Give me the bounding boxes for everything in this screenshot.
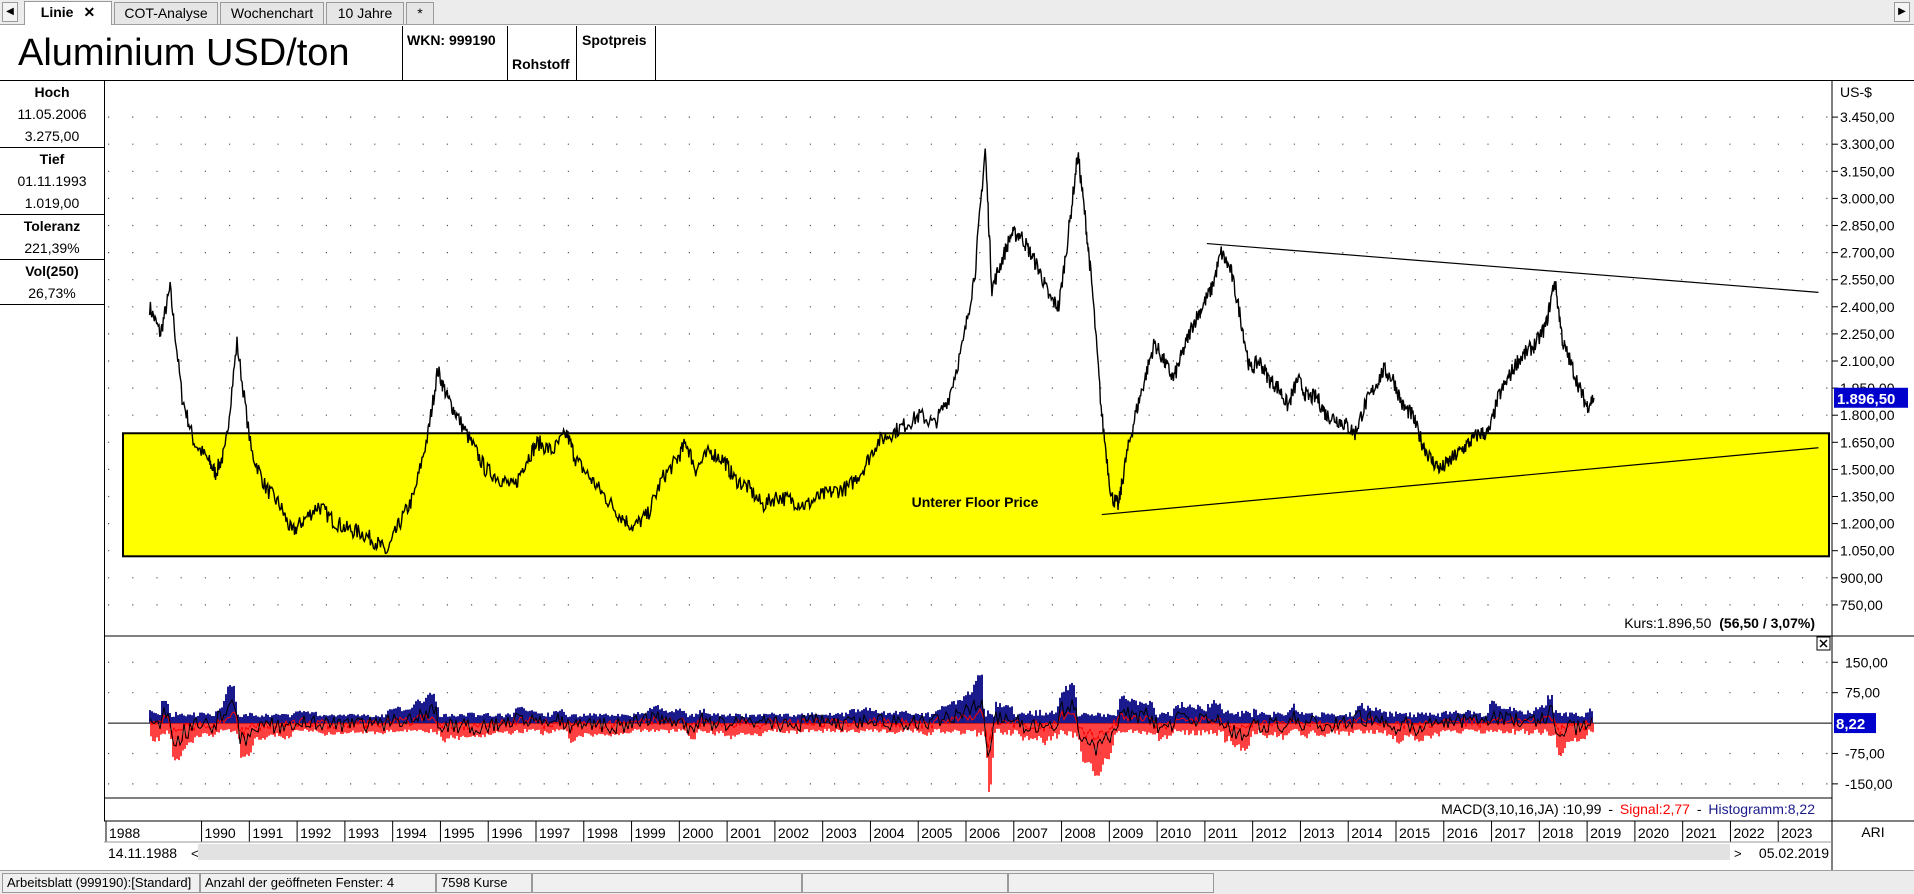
- macd-current-text: 8,22: [1836, 716, 1865, 733]
- price-y-axis: 750,00 900,00 1.050,00 1.200,00 1.350,00 1.50…: [1832, 109, 1895, 613]
- year-label: 2018: [1542, 825, 1573, 841]
- price-tick-label: 2.550,00: [1840, 272, 1895, 288]
- year-label: 2011: [1208, 825, 1238, 841]
- kurs-change: (56,50 / 3,07%): [1719, 615, 1815, 631]
- macd-legend-signal: Signal:2,77: [1620, 801, 1690, 817]
- year-label: 1997: [539, 825, 570, 841]
- status-sheet: Arbeitsblatt (999190):[Standard]: [2, 873, 200, 893]
- price-tick-label: 1.500,00: [1840, 461, 1895, 477]
- macd-tick-label: -75,00: [1845, 745, 1885, 761]
- year-label: 1993: [348, 825, 379, 841]
- kurs-value: Kurs:1.896,50: [1624, 615, 1711, 631]
- price-tick-label: 3.150,00: [1840, 163, 1895, 179]
- year-label: 1994: [396, 825, 427, 841]
- year-label: 2003: [826, 825, 857, 841]
- year-label: 2000: [682, 825, 713, 841]
- status-count: 7598 Kurse: [436, 873, 532, 893]
- year-label: 2007: [1017, 825, 1048, 841]
- year-label: 1999: [635, 825, 666, 841]
- price-tick-label: 750,00: [1840, 597, 1883, 613]
- year-label: 2001: [730, 825, 761, 841]
- year-label: 2021: [1686, 825, 1717, 841]
- year-label: 2023: [1781, 825, 1812, 841]
- range-start-date: 14.11.1988: [108, 845, 177, 861]
- macd-tick-label: 75,00: [1845, 685, 1880, 701]
- year-label: 1998: [587, 825, 618, 841]
- year-label: 2017: [1495, 825, 1526, 841]
- year-label: 1995: [443, 825, 474, 841]
- range-scrollbar[interactable]: [198, 844, 1730, 860]
- price-tick-label: 2.250,00: [1840, 326, 1895, 342]
- year-label: 2020: [1638, 825, 1669, 841]
- year-label: 2010: [1160, 825, 1191, 841]
- price-tick-label: 3.300,00: [1840, 136, 1895, 152]
- current-price-text: 1.896,50: [1837, 391, 1895, 408]
- year-label: 2013: [1303, 825, 1334, 841]
- price-chart[interactable]: Unterer Floor Price 750,00 900,00 1.050,00…: [0, 0, 1914, 870]
- macd-tick-label: -150,00: [1845, 776, 1893, 792]
- macd-legend: MACD(3,10,16,JA) :10,99 - Signal:2,77 - …: [1441, 801, 1815, 817]
- year-label: 2008: [1065, 825, 1096, 841]
- range-scroll-right-icon[interactable]: >: [1734, 846, 1742, 861]
- status-empty-1: [532, 873, 802, 893]
- price-tick-label: 1.200,00: [1840, 516, 1895, 532]
- year-label: 2002: [778, 825, 809, 841]
- price-tick-label: 2.850,00: [1840, 218, 1895, 234]
- status-windows: Anzahl der geöffneten Fenster: 4: [200, 873, 436, 893]
- price-tick-label: 1.350,00: [1840, 489, 1895, 505]
- year-label: 1990: [205, 825, 236, 841]
- year-label: 2016: [1447, 825, 1478, 841]
- year-label: 2019: [1590, 825, 1621, 841]
- status-empty-2: [802, 873, 1008, 893]
- trendline[interactable]: [1206, 242, 1819, 293]
- range-end-date: 05.02.2019: [1759, 845, 1829, 861]
- macd-histogram: [149, 674, 1594, 792]
- macd-legend-histogram: Histogramm:8,22: [1708, 801, 1815, 817]
- status-empty-3: [1008, 873, 1214, 893]
- year-label: 1991: [252, 825, 283, 841]
- year-label: 2005: [921, 825, 952, 841]
- price-tick-label: 3.450,00: [1840, 109, 1895, 125]
- price-tick-label: 3.000,00: [1840, 190, 1895, 206]
- year-label: 2012: [1256, 825, 1287, 841]
- price-tick-label: 1.050,00: [1840, 543, 1895, 559]
- year-label: 1992: [300, 825, 331, 841]
- year-axis: 1988 1990 1991 1992 1993 1994 1995 1996 1997 1998…: [105, 821, 1813, 842]
- price-tick-label: 900,00: [1840, 570, 1883, 586]
- price-tick-label: 1.800,00: [1840, 407, 1895, 423]
- price-unit-label: US-$: [1840, 84, 1872, 100]
- floor-price-label: Unterer Floor Price: [912, 494, 1039, 510]
- price-tick-label: 2.400,00: [1840, 299, 1895, 315]
- macd-close-icon[interactable]: [1816, 636, 1831, 651]
- status-bar: Arbeitsblatt (999190):[Standard] Anzahl …: [0, 870, 1914, 894]
- price-tick-label: 1.650,00: [1840, 434, 1895, 450]
- year-label: 1988: [109, 825, 140, 841]
- year-label: 2004: [873, 825, 904, 841]
- macd-legend-title: MACD(3,10,16,JA) :10,99: [1441, 801, 1602, 817]
- year-label: 2015: [1399, 825, 1430, 841]
- macd-tick-label: 150,00: [1845, 654, 1888, 670]
- range-scroll-left-icon[interactable]: <: [191, 846, 199, 861]
- year-label: 2022: [1733, 825, 1764, 841]
- ari-label: ARI: [1861, 824, 1884, 840]
- year-label: 2009: [1112, 825, 1143, 841]
- kurs-label: Kurs:1.896,50 (56,50 / 3,07%): [1624, 615, 1815, 631]
- price-tick-label: 2.700,00: [1840, 245, 1895, 261]
- year-label: 2006: [969, 825, 1000, 841]
- price-tick-label: 2.100,00: [1840, 353, 1895, 369]
- year-label: 1996: [491, 825, 522, 841]
- year-label: 2014: [1351, 825, 1382, 841]
